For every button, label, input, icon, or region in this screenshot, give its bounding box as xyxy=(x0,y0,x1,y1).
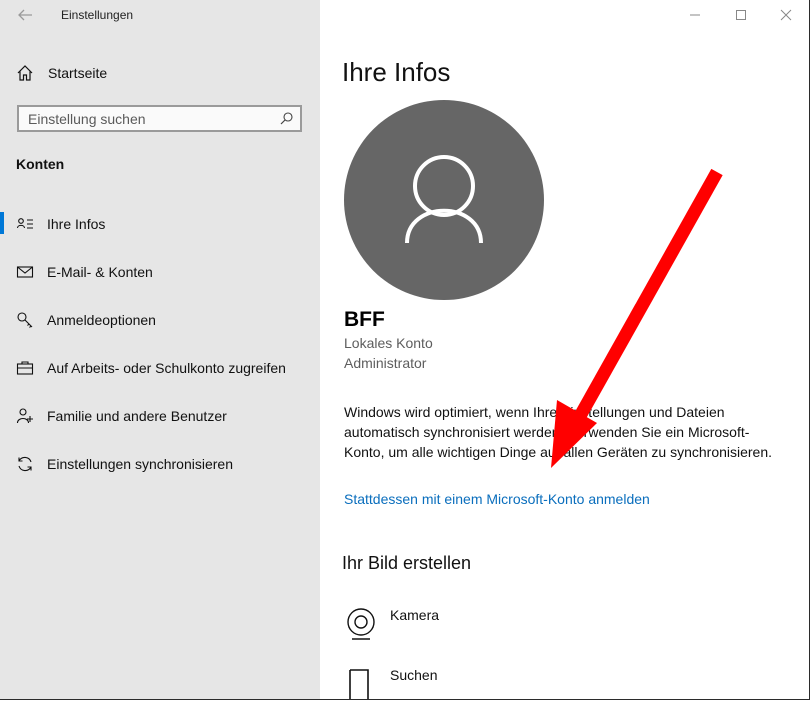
annotation-arrow-icon xyxy=(551,168,723,468)
settings-window: Einstellungen Startseite Einstellung suc… xyxy=(0,0,810,700)
